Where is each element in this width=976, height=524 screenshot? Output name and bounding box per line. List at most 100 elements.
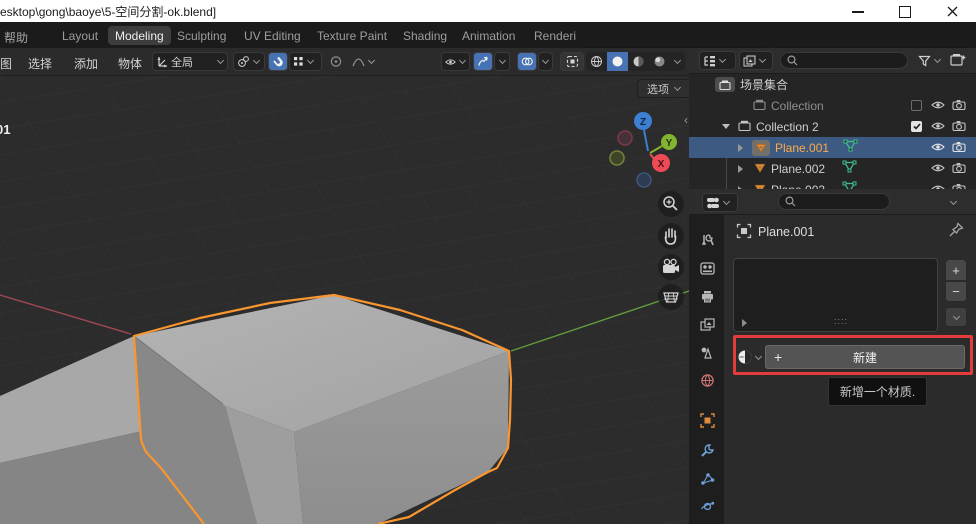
material-slot-list[interactable]: ::::: [733, 258, 938, 332]
show-gizmo-toggle[interactable]: [473, 52, 493, 71]
editor-type-dropdown[interactable]: [702, 193, 738, 212]
slot-list-expand-icon[interactable]: [742, 319, 747, 327]
overlays-dropdown[interactable]: [538, 52, 553, 71]
proportional-editing-button[interactable]: [326, 52, 346, 71]
camera-icon[interactable]: [952, 97, 966, 115]
tab-tool[interactable]: [698, 231, 716, 249]
tab-view-layer[interactable]: [698, 315, 716, 333]
menu-select[interactable]: 选择: [28, 55, 52, 72]
workspace-tab-modeling[interactable]: Modeling: [108, 26, 171, 45]
chevron-down-icon: [933, 57, 941, 65]
workspace-tab-sculpting[interactable]: Sculpting: [170, 26, 233, 45]
camera-icon[interactable]: [952, 160, 966, 178]
tab-object[interactable]: [698, 411, 716, 429]
show-overlays-toggle[interactable]: [517, 52, 537, 71]
menu-object[interactable]: 物体: [118, 55, 142, 72]
eye-icon[interactable]: [931, 181, 945, 190]
camera-view-button[interactable]: [658, 254, 684, 280]
tab-world[interactable]: [698, 371, 716, 389]
tool-options-dropdown[interactable]: 选项: [637, 79, 691, 98]
eye-icon[interactable]: [931, 160, 945, 178]
perspective-button[interactable]: [658, 284, 684, 310]
pivot-point-dropdown[interactable]: [233, 52, 265, 71]
falloff-dropdown[interactable]: [348, 52, 380, 71]
menu-help[interactable]: 帮助: [4, 29, 28, 46]
snap-with-dropdown[interactable]: [289, 52, 322, 71]
xray-toggle[interactable]: [560, 52, 584, 71]
shading-rendered-button[interactable]: [649, 52, 670, 71]
chevron-down-icon: [674, 58, 682, 66]
add-slot-button[interactable]: +: [945, 259, 967, 281]
workspace-tab-animation[interactable]: Animation: [455, 26, 522, 45]
tab-render[interactable]: [698, 259, 716, 277]
check-icon: [913, 123, 921, 130]
shading-dropdown[interactable]: [670, 52, 685, 71]
camera-icon[interactable]: [952, 139, 966, 157]
properties-panel: Plane.001 :::: + − + 新建 新增一个材质.: [689, 189, 976, 524]
3d-viewport[interactable]: 01 Z Y X: [0, 76, 689, 524]
pan-button[interactable]: [658, 223, 684, 249]
workspace-tab-layout[interactable]: Layout: [55, 26, 105, 45]
workspace-tab-rendering[interactable]: Renderi: [527, 26, 581, 45]
editor-type-dropdown[interactable]: [699, 51, 736, 70]
pin-id-button[interactable]: [948, 222, 964, 243]
camera-icon[interactable]: [952, 118, 966, 136]
new-collection-button[interactable]: [950, 52, 967, 73]
shading-solid-button[interactable]: [607, 52, 628, 71]
workspace-tab-texture-paint[interactable]: Texture Paint: [310, 26, 394, 45]
menu-add[interactable]: 添加: [74, 55, 98, 72]
object-visibility-dropdown[interactable]: [441, 52, 470, 71]
workspace-tab-uv-editing[interactable]: UV Editing: [237, 26, 308, 45]
properties-search-input[interactable]: [778, 193, 890, 210]
slot-specials-dropdown[interactable]: [945, 307, 967, 327]
outliner-row-plane-001[interactable]: Plane.001: [689, 137, 976, 158]
scene-collection-icon: [715, 77, 735, 92]
camera-icon[interactable]: [952, 181, 966, 190]
zoom-button[interactable]: [658, 191, 684, 217]
shading-wireframe-button[interactable]: [586, 52, 607, 71]
world-globe-icon: [700, 373, 715, 388]
new-collection-icon: [950, 52, 967, 68]
minimize-button[interactable]: [845, 4, 871, 19]
gizmo-y-label: Y: [666, 138, 673, 149]
filter-dropdown[interactable]: [914, 51, 948, 70]
outliner-row-collection2[interactable]: Collection 2: [689, 116, 976, 137]
physics-orbit-icon: [700, 499, 715, 514]
shading-material-button[interactable]: [628, 52, 649, 71]
remove-slot-button[interactable]: −: [945, 281, 967, 302]
workspace-tab-shading[interactable]: Shading: [396, 26, 454, 45]
transform-orientation-dropdown[interactable]: 全局: [152, 52, 228, 71]
exclude-checkbox[interactable]: [911, 121, 922, 132]
chevron-down-icon: [949, 199, 957, 207]
outliner-row-collection[interactable]: Collection: [689, 95, 976, 116]
gizmo-neg-y-axis[interactable]: [610, 151, 624, 165]
tab-physics[interactable]: [698, 497, 716, 515]
tab-particles[interactable]: [698, 469, 716, 487]
outliner-row-plane-002[interactable]: Plane.002: [689, 158, 976, 179]
menu-view-truncated[interactable]: 图: [0, 55, 12, 72]
display-mode-dropdown[interactable]: [739, 51, 773, 70]
properties-options-dropdown[interactable]: [942, 193, 964, 212]
expand-arrow-icon[interactable]: [738, 165, 743, 173]
outliner-row-scene-collection[interactable]: 场景集合: [689, 74, 976, 95]
outliner-row-plane-003[interactable]: Plane.003: [689, 179, 976, 189]
collapse-arrow-icon[interactable]: [722, 124, 730, 129]
expand-arrow-icon[interactable]: [738, 144, 743, 152]
close-button[interactable]: [939, 4, 965, 19]
exclude-checkbox[interactable]: [911, 100, 922, 111]
maximize-button[interactable]: [892, 4, 918, 19]
gizmo-dropdown[interactable]: [494, 52, 510, 71]
eye-icon[interactable]: [931, 97, 945, 115]
eye-icon[interactable]: [931, 118, 945, 136]
row-label: Plane.001: [775, 141, 829, 155]
resize-grip[interactable]: ::::: [834, 319, 848, 323]
tab-scene[interactable]: [698, 343, 716, 361]
gizmo-neg-x-axis[interactable]: [618, 131, 632, 145]
outliner-search-input[interactable]: [780, 52, 908, 69]
snap-toggle-button[interactable]: [268, 52, 288, 71]
gizmo-neg-z-axis[interactable]: [637, 173, 651, 187]
chevron-down-icon: [306, 58, 314, 66]
tab-output[interactable]: [698, 287, 716, 305]
eye-icon[interactable]: [931, 139, 945, 157]
tab-modifiers[interactable]: [698, 441, 716, 459]
